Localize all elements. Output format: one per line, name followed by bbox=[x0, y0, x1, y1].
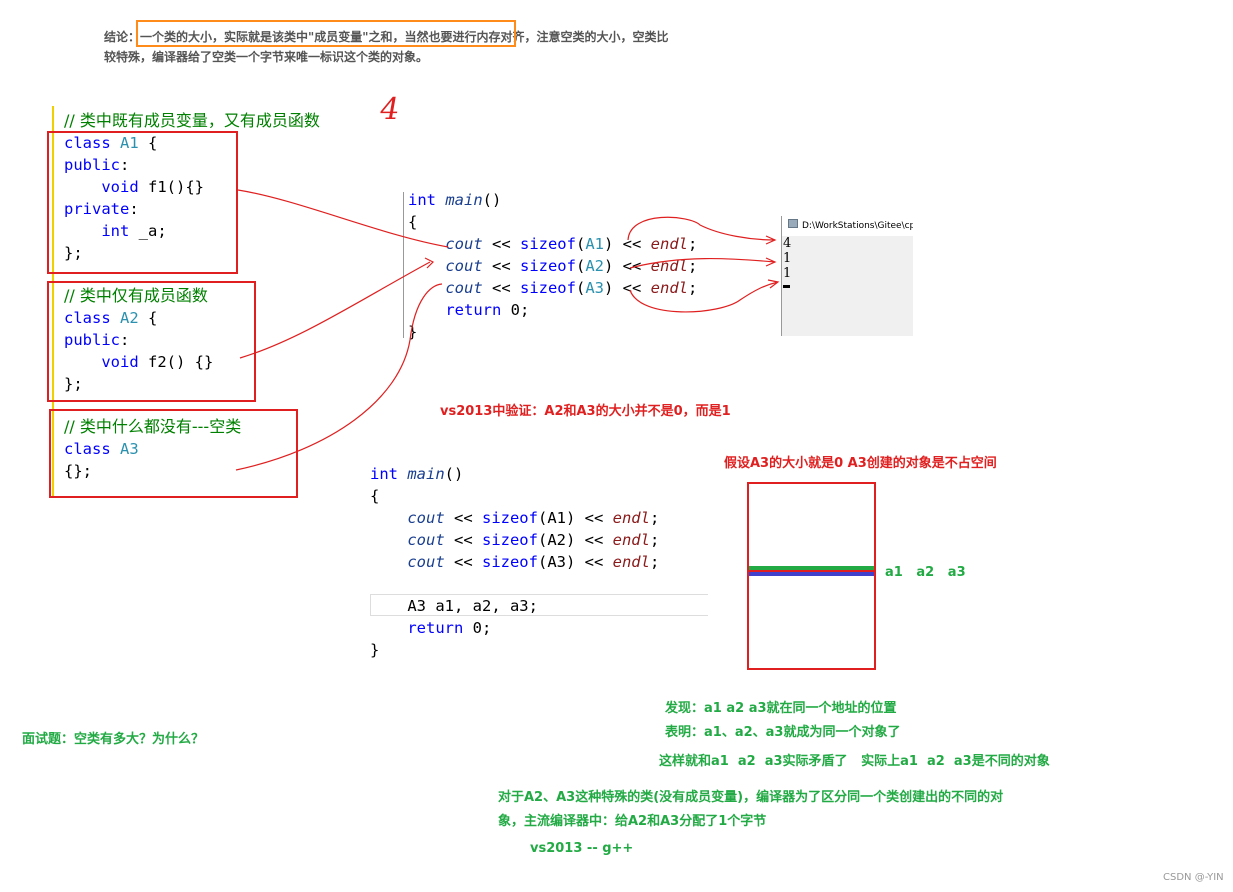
annotation-arrows bbox=[235, 189, 780, 471]
arrow-a1-to-console bbox=[627, 216, 777, 245]
arrow-a3-to-console bbox=[629, 279, 780, 313]
arrow-a1-to-main bbox=[237, 189, 449, 248]
arrow-a2-to-main bbox=[239, 257, 435, 359]
arrow-a2-to-console bbox=[629, 257, 777, 269]
arrow-a3-to-main bbox=[235, 283, 443, 471]
